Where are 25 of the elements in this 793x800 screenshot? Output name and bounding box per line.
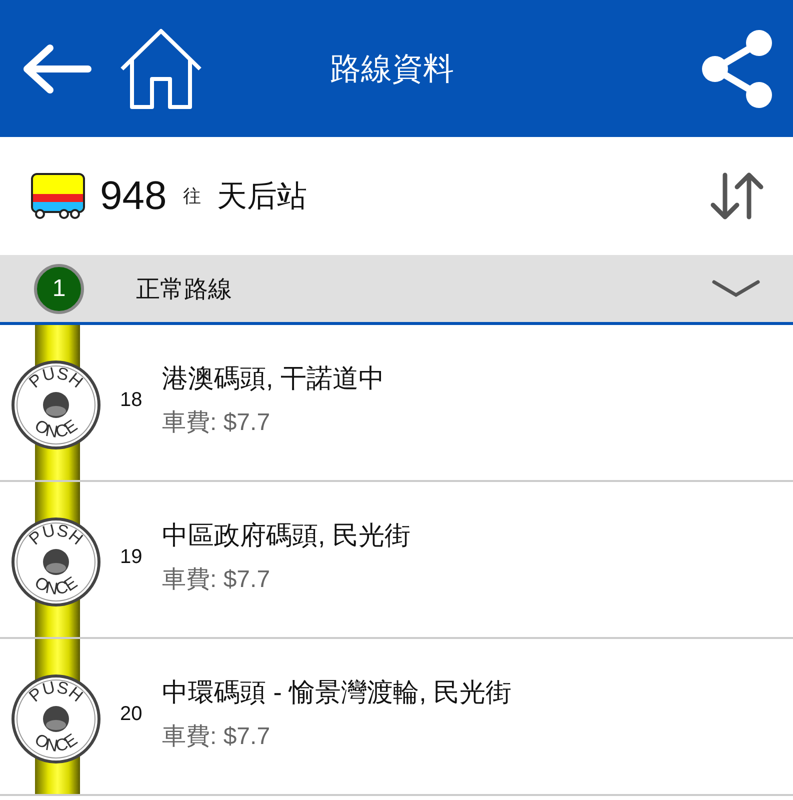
route-variant-bar[interactable]: 1 正常路線 <box>0 255 793 325</box>
stop-number: 19 <box>119 546 144 569</box>
push-once-button[interactable]: PUSH ONCE <box>10 359 102 451</box>
home-icon[interactable] <box>118 26 204 110</box>
share-icon[interactable] <box>701 28 773 108</box>
route-number: 948 <box>100 174 167 218</box>
stop-number: 18 <box>119 389 144 412</box>
push-once-button[interactable]: PUSH ONCE <box>10 516 102 608</box>
fare-text: 車費: $7.7 <box>162 408 272 438</box>
chevron-down-icon[interactable] <box>711 278 761 298</box>
stop-name: 中環碼頭 - 愉景灣渡輪, 民光街 <box>162 676 512 709</box>
stop-name: 港澳碼頭, 干諾道中 <box>162 362 384 395</box>
stop-number: 20 <box>119 703 144 726</box>
back-icon[interactable] <box>22 44 92 94</box>
variant-number-badge: 1 <box>34 264 84 314</box>
destination: 天后站 <box>216 178 308 214</box>
variant-name: 正常路線 <box>136 274 233 304</box>
screen-title: 路線資料 <box>330 50 455 88</box>
bus-icon <box>30 172 86 220</box>
fare-text: 車費: $7.7 <box>162 565 272 595</box>
push-once-button[interactable]: PUSH ONCE <box>10 673 102 765</box>
swap-direction-icon[interactable] <box>709 171 765 221</box>
direction-label: 往 <box>182 185 201 208</box>
stop-name: 中區政府碼頭, 民光街 <box>162 519 410 552</box>
fare-text: 車費: $7.7 <box>162 722 272 752</box>
